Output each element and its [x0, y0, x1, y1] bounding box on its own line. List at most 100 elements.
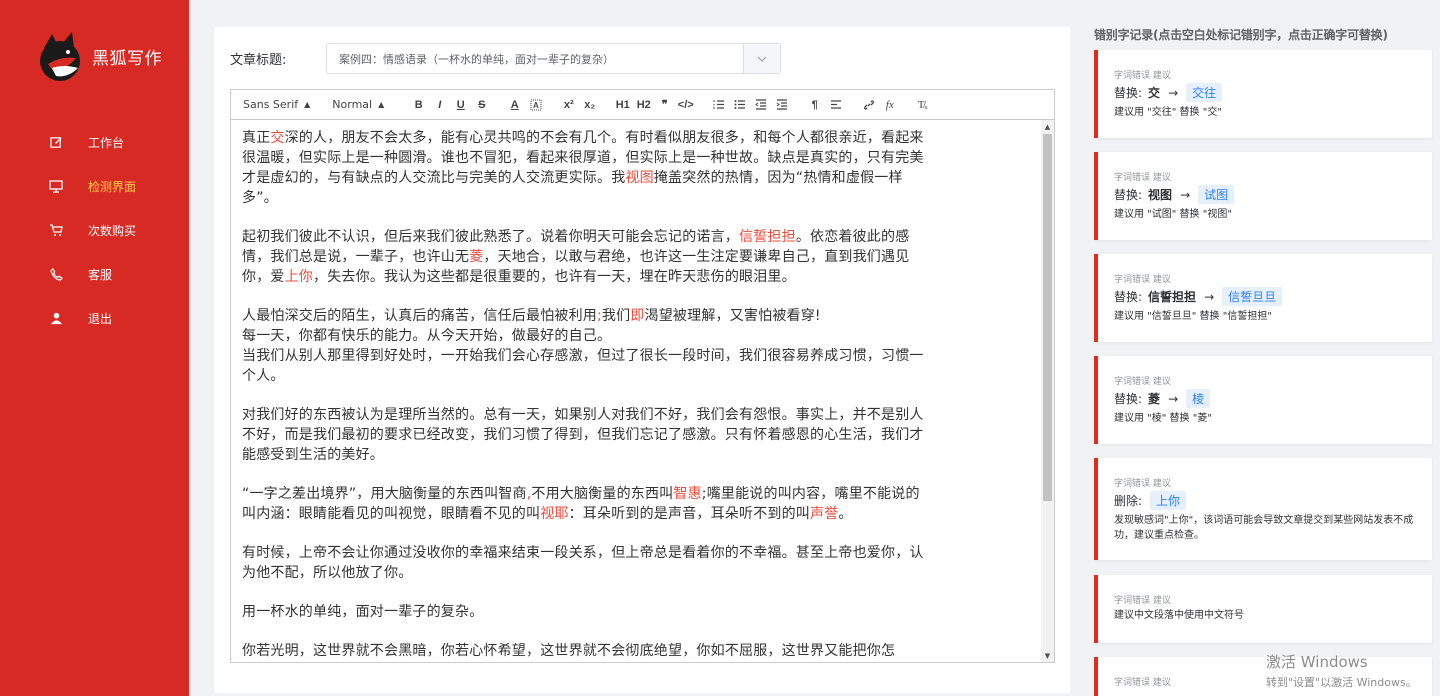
error-card[interactable]: 字词错误 建议 建议中文段落中使用中文符号 — [1094, 575, 1432, 643]
editor-line[interactable]: 能感受到生活的美好。 — [242, 445, 1032, 465]
error-card[interactable]: 字词错误 建议 删除: 上你 发现敏感词"上你"，该词语可能会导致文章提交到某些网站发… — [1094, 458, 1432, 560]
fox-logo-icon — [40, 32, 80, 81]
editor-line[interactable]: 有时候，上帝不会让你通过没收你的幸福来结束一段关系，但上帝总是看着你的不幸福。甚… — [242, 543, 1032, 563]
editor-line[interactable]: 才是虚幻的，与有缺点的人交流比与完美的人交流更实际。我视图掩盖突然的热情，因为“… — [242, 168, 1032, 188]
editor-line[interactable] — [242, 208, 1032, 227]
text-segment: 个人。 — [242, 368, 285, 384]
align-icon[interactable] — [827, 96, 844, 114]
suggestion-tag[interactable]: 信誓旦旦 — [1222, 287, 1283, 306]
error-type: 字词错误 建议 — [1114, 678, 1171, 688]
subscript-icon[interactable]: x₂ — [581, 96, 598, 114]
nav-label: 次数购买 — [88, 223, 137, 238]
editor-line[interactable]: 人最怕深交后的陌生，认真后的痛苦，信任后最怕被利用;我们即渴望被理解，又害怕被看… — [242, 306, 1032, 326]
error-word[interactable]: 上你 — [285, 269, 313, 285]
underline-icon[interactable]: U — [452, 96, 469, 114]
italic-icon[interactable]: I — [431, 96, 448, 114]
nav-item-detect[interactable]: 检测界面 — [0, 164, 189, 208]
code-block-icon[interactable]: </> — [677, 96, 694, 114]
text-direction-icon[interactable]: ¶ — [806, 96, 823, 114]
superscript-icon[interactable]: x² — [560, 96, 577, 114]
editor-area[interactable]: 真正交深的人，朋友不会太多，能有心灵共鸣的不会有几个。有时看似朋友很多，和每个人… — [230, 120, 1055, 663]
error-card[interactable]: 字词错误 建议 替换: 视图 → 试图 建议用 "试图" 替换 "视图" — [1094, 152, 1432, 240]
editor-line[interactable]: 个人。 — [242, 366, 1032, 386]
editor-line[interactable] — [242, 583, 1032, 602]
editor-line[interactable]: “一字之差出境界”，用大脑衡量的东西叫智商,不用大脑衡量的东西叫智惠;嘴里能说的… — [242, 484, 1032, 504]
error-word[interactable]: 即 — [630, 308, 644, 324]
text-segment: 渴望被理解，又害怕被看穿! — [644, 308, 821, 324]
editor-line[interactable]: 叫内涵：眼睛能看见的叫视觉，眼睛看不见的叫视耶：耳朵听到的是声音，耳朵听不到的叫… — [242, 504, 1032, 524]
monitor-icon — [48, 178, 64, 194]
editor-line[interactable]: 情，我们总是说，一辈子，也许山无菱，天地合，以敢与君绝，也许这一生注定要谦卑自己… — [242, 247, 1032, 267]
editor-line[interactable] — [242, 622, 1032, 641]
nav-label: 工作台 — [88, 135, 125, 150]
strike-icon[interactable]: S — [473, 96, 490, 114]
error-card[interactable]: 字词错误 建议 替换: 菱 → 棱建议用 "棱" 替换 "菱" — [1094, 356, 1432, 444]
editor-line[interactable]: 你，爱上你，失去你。我认为这些都是很重要的，也许有一天，埋在昨天悲伤的眼泪里。 — [242, 267, 1032, 287]
editor-line[interactable]: 每一天，你都有快乐的能力。从今天开始，做最好的自己。 — [242, 326, 1032, 346]
error-word[interactable]: 视图 — [625, 170, 653, 186]
editor-line[interactable] — [242, 465, 1032, 484]
editor-scrollbar[interactable]: ▲ ▼ — [1041, 120, 1054, 662]
editor-line[interactable]: 真正交深的人，朋友不会太多，能有心灵共鸣的不会有几个。有时看似朋友很多，和每个人… — [242, 128, 1032, 148]
clear-format-icon[interactable]: T̸ₓ — [914, 96, 931, 114]
editor-line[interactable] — [242, 386, 1032, 405]
nav-label: 检测界面 — [88, 179, 137, 194]
nav-item-purchase[interactable]: 次数购买 — [0, 208, 189, 252]
editor-line[interactable]: 用一杯水的单纯，面对一辈子的复杂。 — [242, 602, 1032, 622]
error-word[interactable]: 声誉 — [810, 506, 838, 522]
text-segment: 。 — [838, 506, 853, 522]
nav-item-service[interactable]: 客服 — [0, 252, 189, 296]
editor-line[interactable] — [242, 524, 1032, 543]
editor-toolbar: Sans Serif ▲︎ Normal ▲︎ B I U S A A x² x… — [230, 89, 1055, 120]
font-family-picker[interactable]: Sans Serif ▲︎ — [243, 98, 310, 111]
bold-icon[interactable]: B — [410, 96, 427, 114]
bullet-list-icon[interactable] — [731, 96, 748, 114]
outdent-icon[interactable] — [752, 96, 769, 114]
indent-icon[interactable] — [773, 96, 790, 114]
editor-line[interactable]: 很温暖，但实际上是一种圆滑。谁也不冒犯，看起来很厚道，但实际上是一种世故。缺点是… — [242, 148, 1032, 168]
error-card[interactable]: 字词错误 建议 替换: 交 → 交往 建议用 "交往" 替换 "交" — [1094, 50, 1432, 138]
suggestion-tag[interactable]: 试图 — [1198, 185, 1235, 204]
chevron-down-icon[interactable] — [743, 44, 780, 73]
editor-line[interactable]: 你若光明，这世界就不会黑暗，你若心怀希望，这世界就不会彻底绝望，你如不屈服，这世… — [242, 641, 1032, 661]
article-title-value: 案例四：情感语录（一杯水的单纯，面对一辈子的复杂） — [339, 52, 614, 66]
error-card[interactable]: 字词错误 建议 替换: 信誓担担 → 信誓旦旦 建议用 "信誓旦旦" 替换 "信誓担担" — [1094, 254, 1432, 342]
editor-line[interactable] — [242, 287, 1032, 306]
link-icon[interactable] — [860, 96, 877, 114]
editor-line[interactable]: 对我们好的东西被认为是理所当然的。总有一天，如果别人对我们不好，我们会有怨恨。事… — [242, 405, 1032, 425]
text-color-icon[interactable]: A — [506, 96, 523, 114]
editor-line[interactable]: 不好，而是我们最初的要求已经改变，我们习惯了得到，但我们忘记了感激。只有怀着感恩… — [242, 425, 1032, 445]
nav-item-logout[interactable]: 退出 — [0, 296, 189, 340]
suggestion-tag[interactable]: 上你 — [1150, 491, 1187, 510]
text-segment: 每一天，你都有快乐的能力。从今天开始，做最好的自己。 — [242, 328, 612, 344]
nav-label: 客服 — [88, 267, 113, 282]
scroll-thumb[interactable] — [1043, 134, 1052, 501]
font-size-picker[interactable]: Normal ▲︎ — [332, 98, 384, 111]
editor-line[interactable]: 当我们从别人那里得到好处时，一开始我们会心存感激，但过了很长一段时间，我们很容易… — [242, 346, 1032, 366]
editor-line[interactable]: 起初我们彼此不认识，但后来我们彼此熟悉了。说着你明天可能会忘记的诺言，信誓担担。… — [242, 227, 1032, 247]
editor-line[interactable]: 为他不配，所以他放了你。 — [242, 563, 1032, 583]
formula-icon[interactable]: fx — [881, 96, 898, 114]
ordered-list-icon[interactable] — [710, 96, 727, 114]
background-color-icon[interactable]: A — [527, 96, 544, 114]
error-word[interactable]: 智惠 — [673, 486, 701, 502]
blockquote-icon[interactable]: ❞ — [656, 96, 673, 114]
article-title-label: 文章标题: — [230, 53, 287, 68]
nav-item-workbench[interactable]: 工作台 — [0, 120, 189, 164]
scroll-down-icon[interactable]: ▼ — [1041, 650, 1054, 662]
article-title-row: 文章标题: 案例四：情感语录（一杯水的单纯，面对一辈子的复杂） — [230, 43, 781, 74]
error-description: 建议用 "交往" 替换 "交" — [1114, 107, 1222, 118]
suggestion-tag[interactable]: 交往 — [1186, 83, 1223, 102]
error-word[interactable]: 菱 — [469, 249, 483, 265]
suggestion-tag[interactable]: 棱 — [1186, 389, 1211, 408]
scroll-up-icon[interactable]: ▲ — [1041, 121, 1054, 133]
error-word[interactable]: 交 — [270, 130, 284, 146]
heading1-icon[interactable]: H1 — [614, 96, 631, 114]
error-word[interactable]: 信誓担担 — [739, 229, 796, 245]
editor-content[interactable]: 真正交深的人，朋友不会太多，能有心灵共鸣的不会有几个。有时看似朋友很多，和每个人… — [242, 128, 1032, 661]
editor-line[interactable]: 多”。 — [242, 188, 1032, 208]
error-word[interactable]: 视耶 — [540, 506, 568, 522]
heading2-icon[interactable]: H2 — [635, 96, 652, 114]
article-title-select[interactable]: 案例四：情感语录（一杯水的单纯，面对一辈子的复杂） — [326, 43, 781, 74]
app-logo[interactable]: 黑狐写作 — [38, 28, 162, 84]
